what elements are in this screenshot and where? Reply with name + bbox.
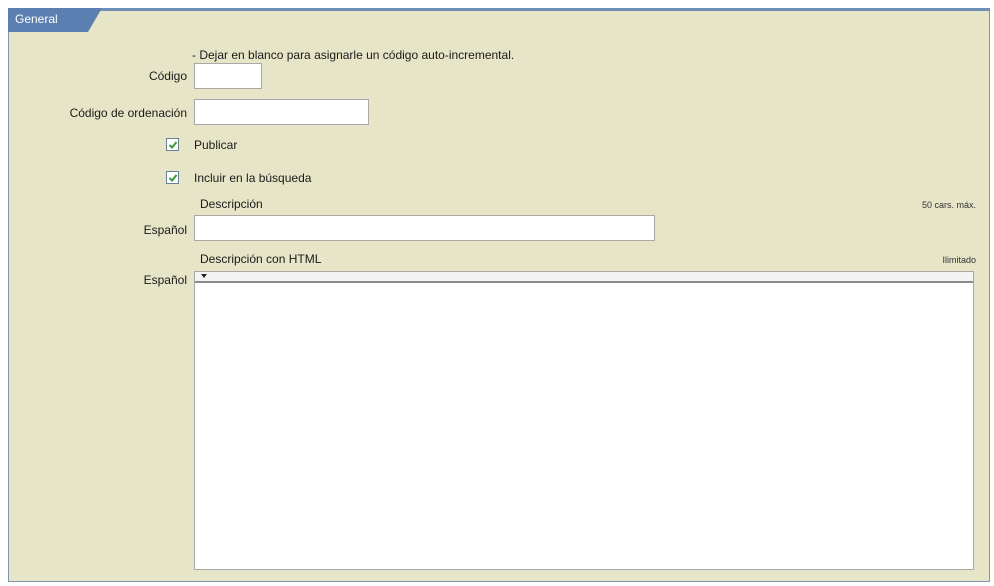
checkbox-checked-icon [168, 174, 178, 182]
descripcion-heading: Descripción [200, 197, 263, 211]
dropdown-arrow-icon[interactable] [201, 274, 207, 278]
html-editor[interactable] [194, 271, 974, 570]
tab-general-label: General [15, 12, 58, 26]
descripcion-lang-label: Español [143, 223, 187, 237]
orden-input[interactable] [194, 99, 369, 125]
html-limit: Ilimitado [942, 255, 976, 265]
descripcion-input[interactable] [194, 215, 655, 241]
publicar-checkbox[interactable] [166, 138, 179, 151]
codigo-hint: - Dejar en blanco para asignarle un códi… [192, 48, 515, 62]
busqueda-checkbox[interactable] [166, 171, 179, 184]
codigo-input[interactable] [194, 63, 262, 89]
orden-label: Código de ordenación [69, 106, 187, 120]
editor-toolbar [195, 272, 973, 283]
general-panel: General - Dejar en blanco para asignarle… [8, 8, 990, 582]
descripcion-limit: 50 cars. máx. [921, 200, 976, 210]
html-heading: Descripción con HTML [200, 252, 322, 266]
checkbox-checked-icon [168, 141, 178, 149]
tab-general[interactable]: General [8, 8, 102, 32]
html-lang-label: Español [143, 273, 187, 287]
publicar-label: Publicar [194, 138, 238, 152]
busqueda-label: Incluir en la búsqueda [194, 171, 312, 185]
editor-content[interactable] [195, 283, 973, 569]
codigo-label: Código [148, 69, 187, 83]
